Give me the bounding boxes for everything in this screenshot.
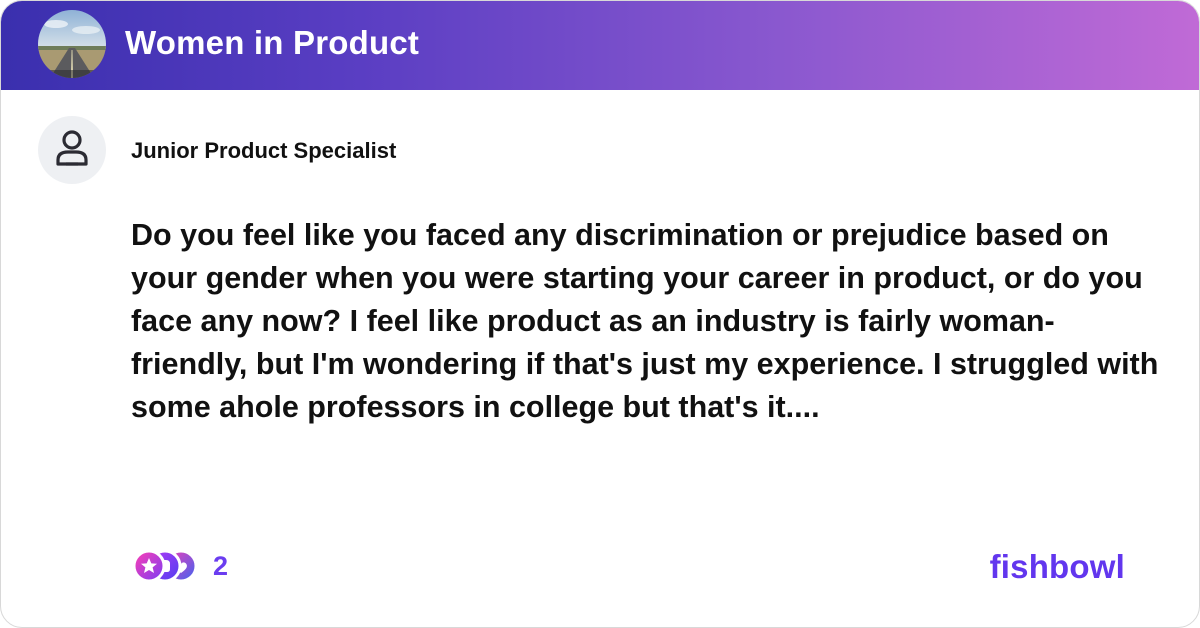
reaction-icons (131, 548, 199, 584)
post-card: Women in Product Junior Product Speciali… (0, 0, 1200, 628)
post-body[interactable]: Do you feel like you faced any discrimin… (131, 214, 1171, 429)
group-title[interactable]: Women in Product (125, 23, 419, 63)
reaction-count: 2 (213, 551, 229, 581)
reactions[interactable]: 2 (131, 548, 228, 584)
group-header: Women in Product (1, 1, 1199, 90)
author-title[interactable]: Junior Product Specialist (131, 137, 396, 165)
group-avatar[interactable] (38, 10, 106, 78)
author-avatar[interactable] (38, 116, 106, 184)
fishbowl-logo[interactable]: fishbowl (990, 546, 1125, 588)
road-landscape-icon (38, 10, 106, 78)
star-reaction-icon (132, 549, 166, 583)
person-icon (56, 130, 88, 166)
